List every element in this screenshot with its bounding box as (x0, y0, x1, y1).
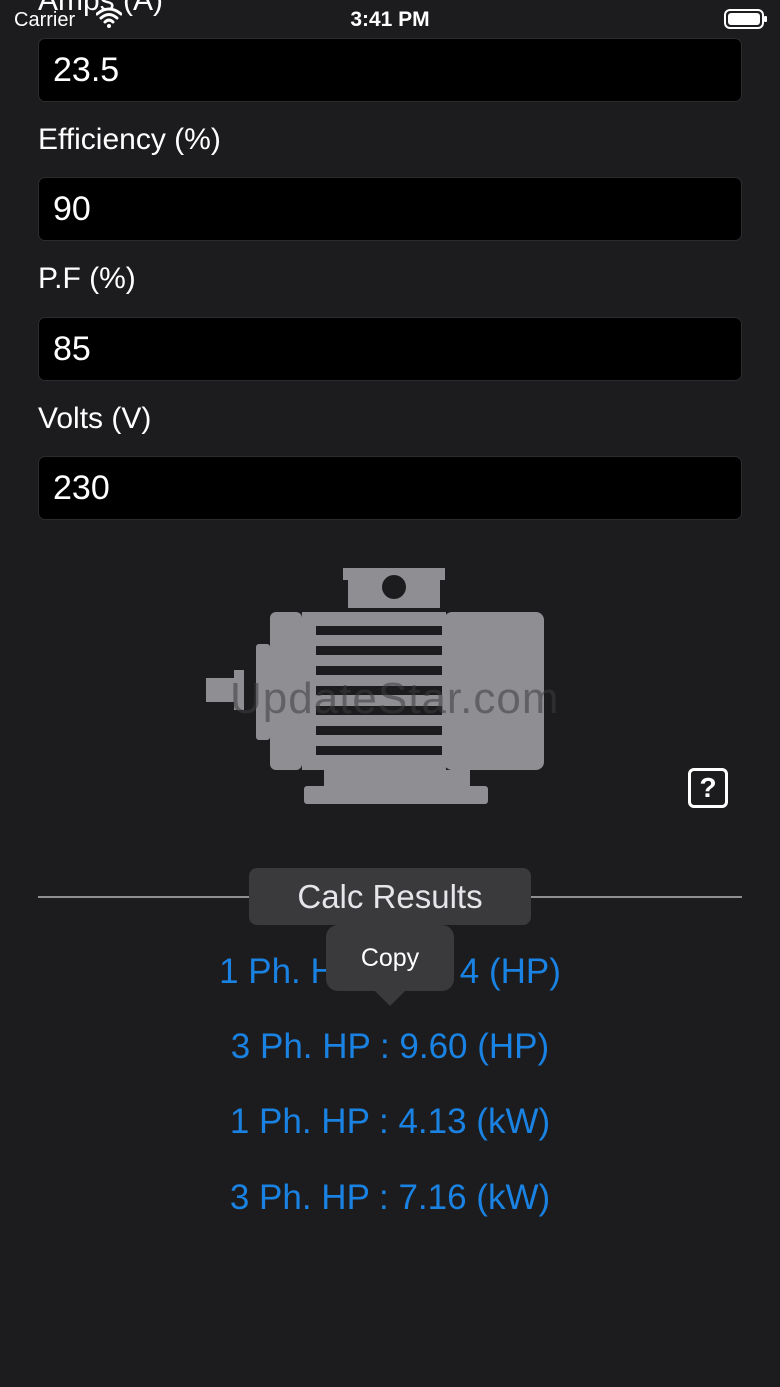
copy-menu-arrow (374, 990, 406, 1006)
volts-input[interactable]: 230 (38, 456, 742, 520)
calc-results-header: Calc Results (249, 868, 531, 925)
result-3ph-kw[interactable]: 3 Ph. HP : 7.16 (kW) (0, 1178, 780, 1218)
battery-icon (724, 9, 767, 29)
volts-label: Volts (V) (38, 402, 152, 435)
copy-menu-item[interactable]: Copy (326, 925, 454, 991)
pf-input[interactable]: 85 (38, 317, 742, 381)
watermark: UpdateStar.com (230, 674, 560, 723)
efficiency-input[interactable]: 90 (38, 177, 742, 241)
result-1ph-hp-suffix: 4 (HP) (459, 952, 561, 991)
efficiency-label: Efficiency (%) (38, 123, 221, 156)
result-1ph-kw[interactable]: 1 Ph. HP : 4.13 (kW) (0, 1102, 780, 1142)
status-bar: Carrier 3:41 PM (0, 0, 780, 40)
screen: Amps (A) 23.5 Efficiency (%) 90 P.F (%) … (0, 0, 780, 1387)
pf-label: P.F (%) (38, 262, 136, 295)
divider-left (38, 896, 250, 898)
divider-right (530, 896, 742, 898)
amps-input[interactable]: 23.5 (38, 38, 742, 102)
status-time: 3:41 PM (350, 8, 430, 31)
help-button[interactable]: ? (688, 768, 728, 808)
result-1ph-hp-prefix: 1 Ph. H (219, 952, 336, 991)
result-3ph-hp[interactable]: 3 Ph. HP : 9.60 (HP) (0, 1027, 780, 1067)
